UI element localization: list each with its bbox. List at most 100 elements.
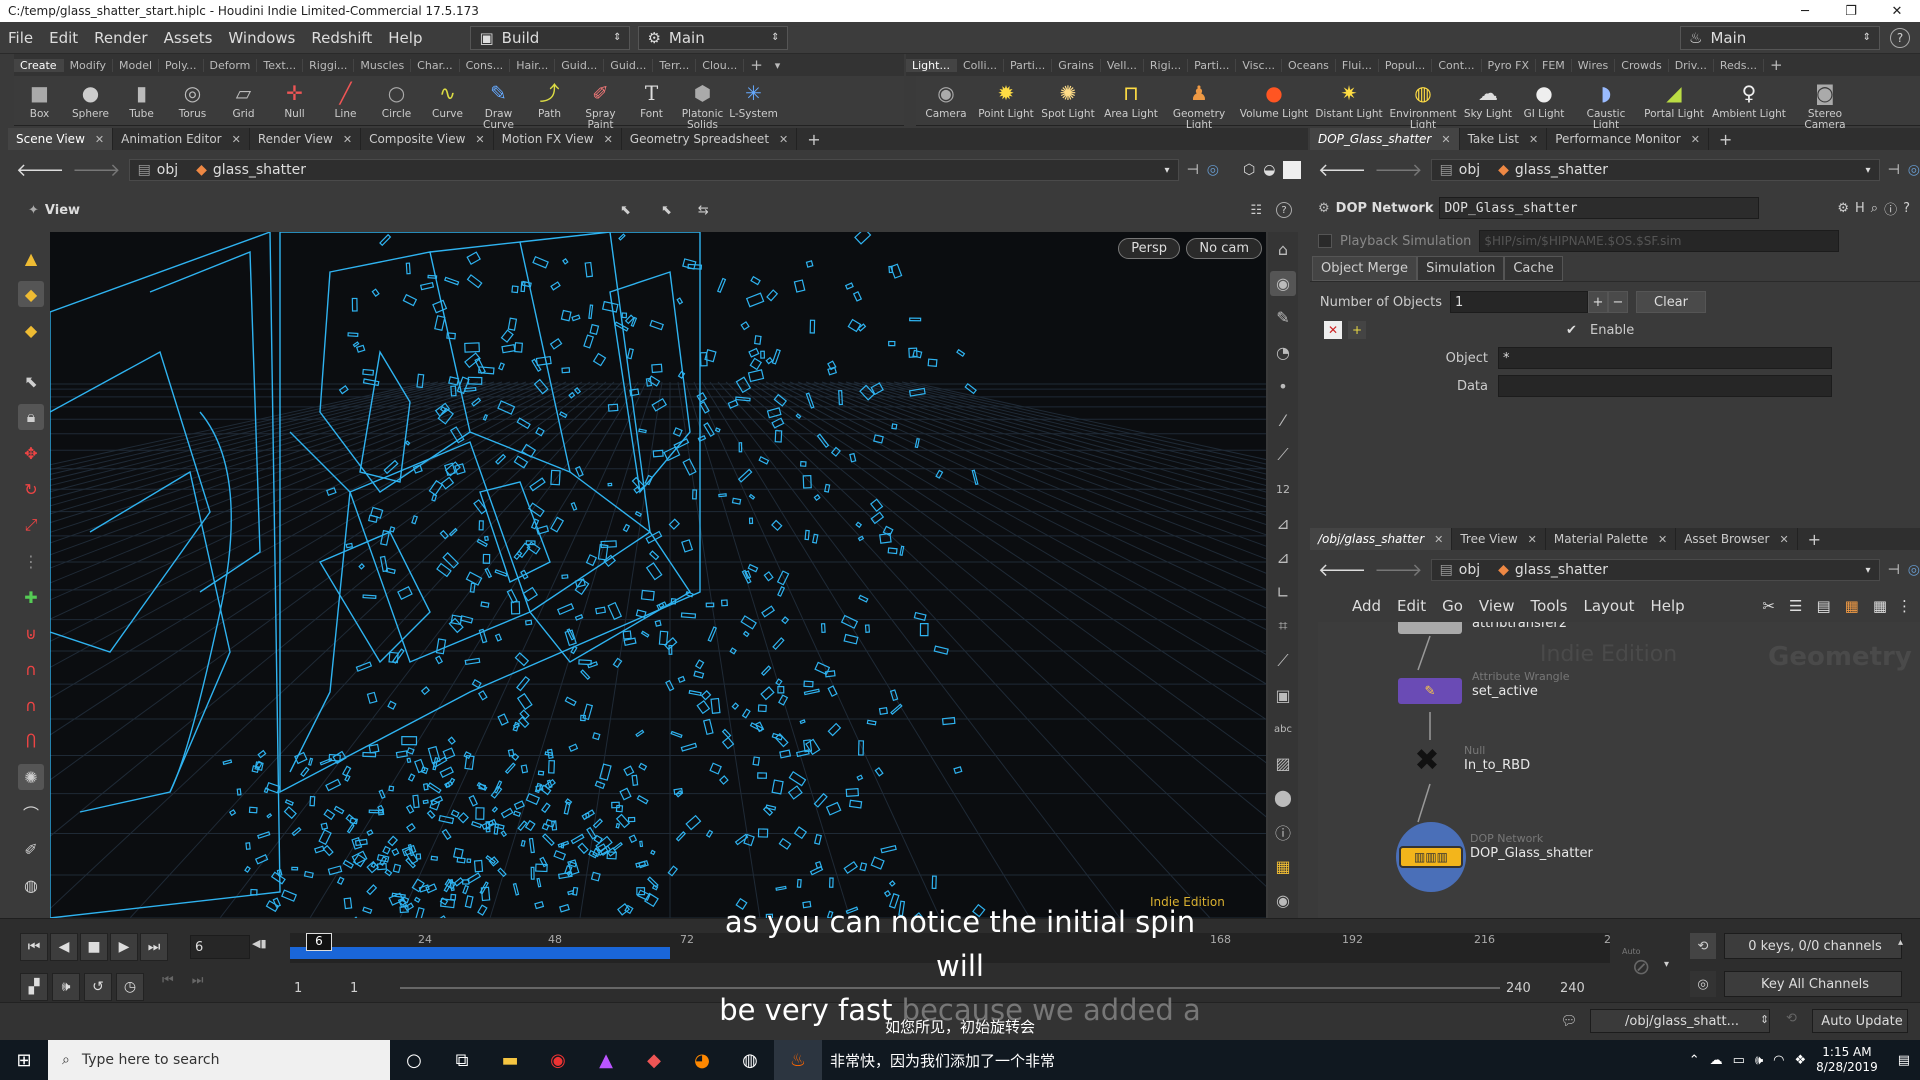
tab-performance-monitor[interactable]: Performance Monitor ✕: [1547, 128, 1709, 150]
tab-motion-fx-view[interactable]: Motion FX View ✕: [494, 128, 622, 150]
shelf-tab[interactable]: FEM: [1536, 58, 1572, 72]
vector-display-icon[interactable]: ⟋: [1270, 443, 1296, 467]
back-arrow-icon[interactable]: 🡐: [1318, 160, 1366, 181]
auto-update-select[interactable]: Auto Update: [1812, 1009, 1908, 1033]
jump-start-button[interactable]: ⏮: [20, 933, 48, 961]
move-icon[interactable]: ✥: [18, 440, 44, 466]
tool-camera[interactable]: ◉ Camera: [916, 76, 976, 120]
shelf-tab[interactable]: Popul...: [1379, 58, 1433, 72]
link-icon[interactable]: ◎: [1207, 162, 1219, 178]
tool-l-system[interactable]: ✳ L-System: [728, 76, 779, 120]
close-icon[interactable]: ✕: [779, 133, 788, 146]
menu-render[interactable]: Render: [86, 29, 155, 47]
num-objects-field[interactable]: 1: [1450, 291, 1588, 313]
tool-draw-curve[interactable]: ✎ Draw Curve: [473, 76, 524, 131]
close-icon[interactable]: ✕: [475, 133, 484, 146]
eye-icon[interactable]: ◉: [1270, 889, 1296, 913]
shelf-tab[interactable]: Cont...: [1432, 58, 1482, 72]
add-shelf-icon[interactable]: +: [1764, 56, 1789, 74]
shelf-tab[interactable]: Text...: [257, 58, 304, 72]
uv-icon[interactable]: ∟: [1270, 580, 1296, 604]
desktop-main-select[interactable]: ⚙ Main ⇕: [638, 25, 789, 50]
dropdown-icon[interactable]: ▾: [1866, 565, 1871, 576]
pin-icon[interactable]: ⊣: [1187, 162, 1199, 178]
back-arrow-icon[interactable]: 🡐: [16, 160, 64, 181]
tab-asset-browser[interactable]: Asset Browser ✕: [1676, 528, 1798, 550]
tool-stereo-camera[interactable]: ◙ Stereo Camera: [1790, 76, 1860, 131]
tab-cache[interactable]: Cache: [1504, 256, 1563, 281]
cube-display-icon[interactable]: ⬡: [1243, 162, 1255, 178]
menu-windows[interactable]: Windows: [220, 29, 303, 47]
start-range-field[interactable]: 1: [350, 981, 358, 996]
menu-file[interactable]: File: [0, 29, 41, 47]
tool-geometry-light[interactable]: ♟ Geometry Light: [1162, 76, 1236, 131]
play-button[interactable]: ▶: [110, 933, 138, 961]
tool-line[interactable]: ╱ Line: [320, 76, 371, 120]
tool-curve[interactable]: ∿ Curve: [422, 76, 473, 120]
node-in-to-rbd[interactable]: ✖: [1402, 740, 1452, 780]
stop-button[interactable]: ■: [80, 933, 108, 961]
tool-spray-paint[interactable]: ✐ Spray Paint: [575, 76, 626, 131]
sphere-display-icon[interactable]: ◍: [18, 872, 44, 898]
tool-environment-light[interactable]: ◍ Environment Light: [1386, 76, 1460, 131]
close-icon[interactable]: ✕: [95, 133, 104, 146]
object-field[interactable]: *: [1498, 347, 1832, 369]
forward-arrow-icon[interactable]: 🡒: [1374, 560, 1422, 581]
close-icon[interactable]: ✕: [1658, 533, 1667, 546]
tool-grid[interactable]: ▱ Grid: [218, 76, 269, 120]
shelf-menu-icon[interactable]: ▾: [769, 59, 787, 72]
close-icon[interactable]: ✕: [343, 133, 352, 146]
tool-null[interactable]: ✛ Null: [269, 76, 320, 120]
grid-toggle-icon[interactable]: ▦: [1270, 854, 1296, 878]
breadcrumb[interactable]: ▤ obj ◆ glass_shatter ▾: [1430, 159, 1880, 181]
shading-icon[interactable]: ◒: [1263, 162, 1275, 178]
tool-distant-light[interactable]: ✷ Distant Light: [1312, 76, 1386, 120]
close-button[interactable]: ✕: [1874, 4, 1920, 19]
pin-icon[interactable]: ⊣: [1888, 162, 1900, 178]
jump-end-button[interactable]: ⏭: [140, 933, 168, 961]
remove-instance-icon[interactable]: ✕: [1324, 321, 1342, 339]
speaker-icon[interactable]: 🕪︎: [1755, 1053, 1763, 1068]
dropbox-icon[interactable]: ❖: [1795, 1053, 1807, 1068]
clock[interactable]: 1:15 AM 8/28/2019: [1816, 1045, 1878, 1075]
shelf-tab[interactable]: Driv...: [1669, 58, 1714, 72]
tool-portal-light[interactable]: ◢ Portal Light: [1640, 76, 1708, 120]
close-icon[interactable]: ✕: [604, 133, 613, 146]
task-view-icon[interactable]: ⧉: [438, 1040, 486, 1080]
shelf-tab[interactable]: Parti...: [1188, 58, 1237, 72]
text-display-icon[interactable]: abc: [1270, 717, 1296, 741]
step-back-icon[interactable]: ◀▮: [252, 937, 267, 950]
select-tool-icon[interactable]: ▲: [18, 245, 44, 271]
network-editor[interactable]: Indie Edition Geometry attribtransfer2 ✎…: [1318, 622, 1920, 918]
breadcrumb[interactable]: ▤ obj ◆ glass_shatter ▾: [128, 159, 1179, 181]
shelf-tab[interactable]: Model: [113, 58, 160, 72]
orbit-icon[interactable]: ⌒: [18, 800, 44, 826]
audio-icon[interactable]: 🕪︎: [52, 973, 80, 1001]
list-view-icon[interactable]: ☰: [1789, 597, 1802, 615]
node-set-active[interactable]: ✎: [1398, 678, 1462, 704]
spinner-icon[interactable]: ⇕: [1760, 1013, 1769, 1026]
tool-point-light[interactable]: ✹ Point Light: [976, 76, 1036, 120]
playback-checkbox[interactable]: [1318, 234, 1332, 248]
menu-help[interactable]: Help: [380, 29, 430, 47]
cortana-icon[interactable]: ○: [390, 1040, 438, 1080]
tool-box[interactable]: ■ Box: [14, 76, 65, 120]
status-network-path[interactable]: /obj/glass_shatt...: [1590, 1009, 1770, 1033]
gear-icon[interactable]: ⚙: [1837, 201, 1849, 216]
transform-icon[interactable]: ⇆: [698, 203, 709, 218]
close-icon[interactable]: ✕: [1779, 533, 1788, 546]
marker-icon[interactable]: ⬤: [1270, 786, 1296, 810]
home-icon[interactable]: ⌂: [1270, 237, 1296, 261]
camera-menu[interactable]: No cam: [1186, 238, 1262, 259]
realtime-icon[interactable]: ◷: [116, 973, 144, 1001]
scene-viewport[interactable]: Indie Edition Persp No cam: [50, 232, 1266, 918]
keys-icon[interactable]: ⟲: [1690, 933, 1716, 959]
tab-simulation[interactable]: Simulation: [1417, 256, 1505, 281]
shelf-tab[interactable]: Rigi...: [1144, 58, 1189, 72]
tool-sky-light[interactable]: ☁ Sky Light: [1460, 76, 1516, 120]
grid-view-icon[interactable]: ▦: [1873, 597, 1887, 615]
tab-scene-view[interactable]: Scene View ✕: [8, 128, 114, 150]
maximize-button[interactable]: ❐: [1828, 4, 1874, 19]
search-icon[interactable]: ⌕: [1871, 201, 1878, 216]
magnet-snap-icon[interactable]: ⊍: [18, 620, 44, 646]
